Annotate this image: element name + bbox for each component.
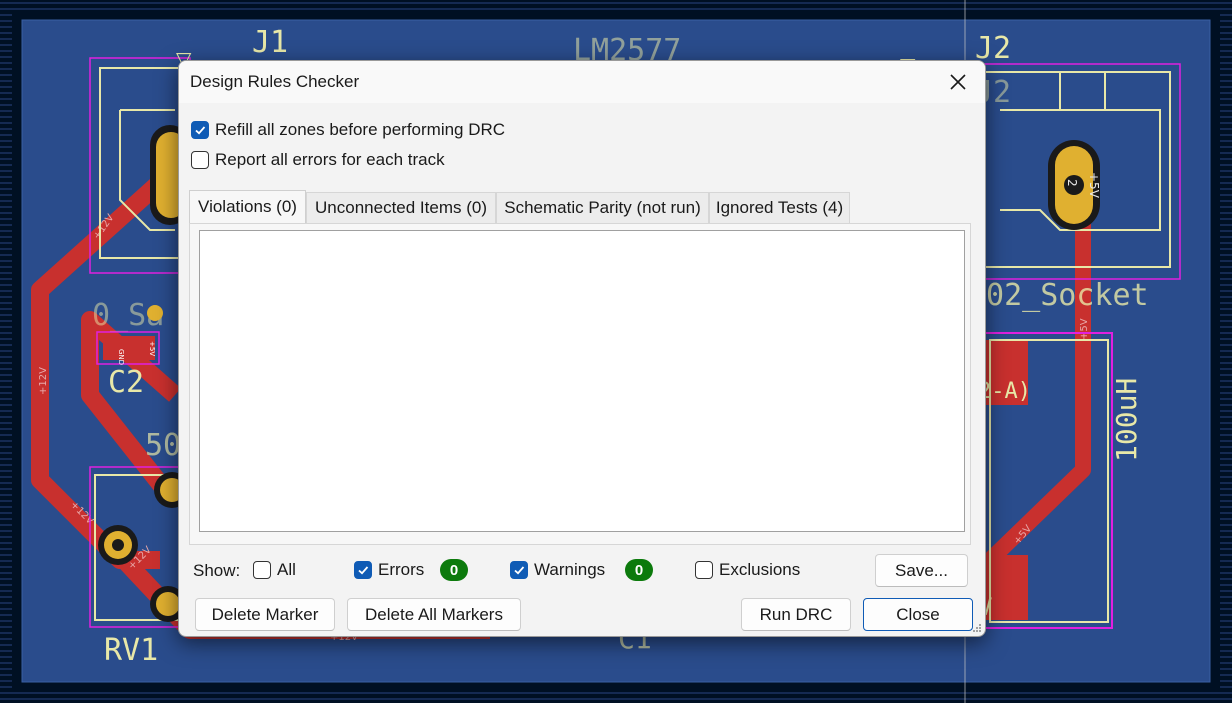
delete-marker-button[interactable]: Delete Marker [195,598,335,631]
checkmark-icon [358,566,369,575]
ref-rv1: RV1 [104,633,158,668]
all-label: All [277,560,296,579]
save-button[interactable]: Save... [875,554,968,587]
resize-grip-icon[interactable] [972,623,982,633]
ref-j1: J1 [252,25,288,60]
report-all-errors-option[interactable]: Report all errors for each track [191,150,445,170]
pad-label: 2 [1065,179,1079,187]
smd-label: +5V [148,341,156,356]
filter-exclusions[interactable]: Exclusions [695,560,800,580]
net-label: +5V [1079,318,1090,340]
filter-all[interactable]: All [253,560,296,580]
pad-label: +5V [1087,172,1101,199]
tab-schematic-parity[interactable]: Schematic Parity (not run) [496,192,709,223]
exclusions-label: Exclusions [719,560,801,579]
filter-errors[interactable]: Errors [354,560,424,580]
refill-zones-option[interactable]: Refill all zones before performing DRC [191,120,505,140]
all-checkbox[interactable] [253,561,271,579]
tab-violations[interactable]: Violations (0) [189,190,306,223]
fragment-50: 50 [145,428,181,463]
run-drc-button[interactable]: Run DRC [741,598,851,631]
close-window-button[interactable] [937,65,979,99]
c2-pad [103,336,155,360]
tab-ignored-tests[interactable]: Ignored Tests (4) [709,192,850,223]
tab-panel [189,223,971,545]
net-label: +12V [38,367,49,395]
dialog-title: Design Rules Checker [190,72,360,91]
smd-label: GND [117,349,125,365]
close-button[interactable]: Close [863,598,973,631]
close-icon [950,74,966,90]
checkmark-icon [195,126,206,135]
errors-count-badge: 0 [440,559,468,581]
show-label: Show: [193,561,241,580]
checkmark-icon [514,566,525,575]
drc-dialog: Design Rules Checker Refill all zones be… [178,60,986,637]
value-inductor: 100uH [1110,378,1143,462]
refill-zones-label: Refill all zones before performing DRC [215,120,506,139]
warnings-label: Warnings [534,560,606,579]
errors-label: Errors [378,560,425,579]
delete-all-markers-button[interactable]: Delete All Markers [347,598,521,631]
filter-warnings[interactable]: Warnings [510,560,605,580]
dialog-titlebar[interactable]: Design Rules Checker [179,61,985,103]
warnings-count-badge: 0 [625,559,653,581]
via [147,305,163,321]
report-all-errors-label: Report all errors for each track [215,150,445,169]
value-socket: x02_Socket [968,278,1149,313]
errors-checkbox[interactable] [354,561,372,579]
report-all-errors-checkbox[interactable] [191,151,209,169]
tab-unconnected-items[interactable]: Unconnected Items (0) [306,192,496,223]
violations-list[interactable] [199,230,965,532]
warnings-checkbox[interactable] [510,561,528,579]
ref-c2: C2 [108,365,144,400]
exclusions-checkbox[interactable] [695,561,713,579]
refill-zones-checkbox[interactable] [191,121,209,139]
